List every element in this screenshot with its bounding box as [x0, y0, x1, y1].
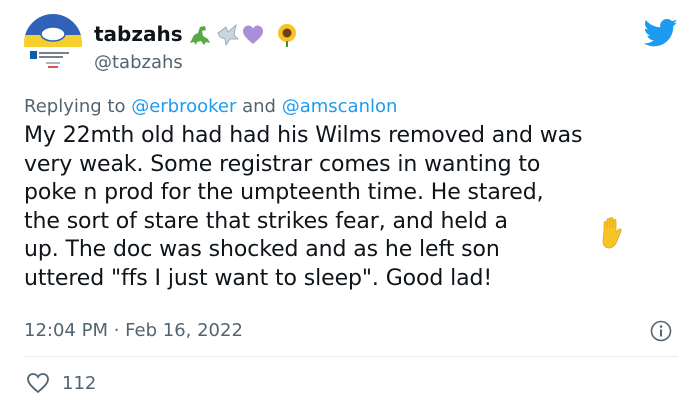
replying-to-line: Replying to @erbrooker and @amscanlon: [24, 96, 397, 117]
profile-emoji-row: [190, 23, 296, 47]
twitter-bird-icon[interactable]: [644, 18, 678, 48]
info-icon[interactable]: [650, 320, 672, 342]
replying-to-joiner: and: [236, 96, 282, 117]
replying-to-label: Replying to: [24, 96, 132, 117]
sunflower-emoji: [278, 24, 296, 47]
tweet-text-part1: My 22mth old had had his Wilms removed a…: [24, 123, 583, 234]
purple-heart-emoji: [243, 25, 263, 44]
like-count: 112: [62, 373, 97, 394]
mention-link-erbrooker[interactable]: @erbrooker: [131, 96, 236, 117]
divider: [24, 356, 678, 357]
mention-link-amscanlon[interactable]: @amscanlon: [282, 96, 398, 117]
display-name[interactable]: tabzahs: [94, 22, 183, 46]
heart-icon[interactable]: [26, 372, 50, 394]
tweet-text-part2: up. The doc was shocked and as he left s…: [24, 237, 500, 291]
tweet-date[interactable]: Feb 16, 2022: [125, 320, 243, 341]
tweet-time[interactable]: 12:04 PM: [24, 320, 108, 341]
timestamp-separator: ·: [107, 320, 126, 341]
avatar-badge-icon: [30, 26, 69, 68]
tweet-text: My 22mth old had had his Wilms removed a…: [24, 122, 684, 293]
raised-hand-emoji-icon: [602, 217, 622, 249]
avatar[interactable]: [24, 14, 82, 72]
tweet-timestamp[interactable]: 12:04 PM · Feb 16, 2022: [24, 320, 243, 341]
dove-emoji: [217, 23, 239, 47]
user-handle[interactable]: @tabzahs: [94, 52, 183, 73]
dinosaur-emoji: [190, 26, 210, 45]
